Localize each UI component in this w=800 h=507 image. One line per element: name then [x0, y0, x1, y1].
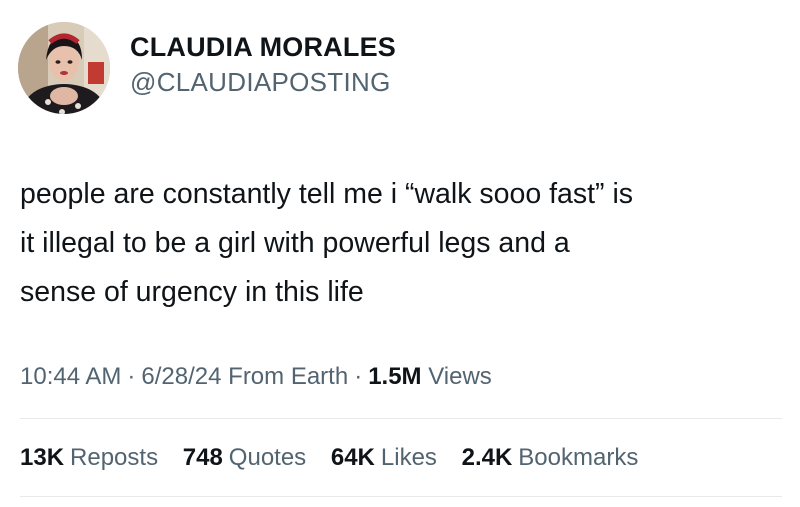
- author-display-name[interactable]: CLAUDIA MORALES: [130, 30, 396, 64]
- likes-label: Likes: [380, 444, 437, 471]
- divider-bottom: [20, 496, 782, 497]
- meta-separator: ·: [127, 363, 136, 390]
- quotes-count: 748: [182, 444, 223, 471]
- tweet-text: people are constantly tell me i “walk so…: [20, 178, 634, 308]
- engagement-stats: 13K Reposts 748 Quotes 64K Likes 2.4K Bookma…: [20, 443, 656, 473]
- avatar[interactable]: [18, 22, 110, 114]
- likes-count: 64K: [330, 444, 375, 471]
- quotes-stat[interactable]: 748 Quotes: [183, 444, 306, 471]
- tweet-time[interactable]: 10:44 AM: [20, 363, 121, 390]
- divider-top: [20, 418, 782, 419]
- bookmarks-label: Bookmarks: [518, 444, 639, 471]
- likes-stat[interactable]: 64K Likes: [331, 444, 437, 471]
- author-handle[interactable]: @CLAUDIAPOSTING: [130, 64, 396, 100]
- reposts-label: Reposts: [70, 444, 159, 471]
- author-names: CLAUDIA MORALES @CLAUDIAPOSTING: [130, 30, 396, 100]
- bookmarks-count: 2.4K: [461, 444, 513, 471]
- bookmarks-stat[interactable]: 2.4K Bookmarks: [462, 444, 639, 471]
- tweet-meta: 10:44 AM · 6/28/24 From Earth · 1.5M Views: [20, 362, 492, 392]
- tweet-date[interactable]: 6/28/24: [141, 363, 221, 390]
- tweet-source: From Earth: [228, 363, 349, 390]
- avatar-image: [18, 22, 110, 114]
- views-label: Views: [428, 363, 492, 390]
- meta-separator: ·: [354, 363, 363, 390]
- reposts-count: 13K: [20, 444, 65, 471]
- quotes-label: Quotes: [228, 444, 307, 471]
- views-count: 1.5M: [368, 363, 422, 390]
- reposts-stat[interactable]: 13K Reposts: [20, 444, 158, 471]
- tweet-header: CLAUDIA MORALES @CLAUDIAPOSTING: [18, 20, 778, 120]
